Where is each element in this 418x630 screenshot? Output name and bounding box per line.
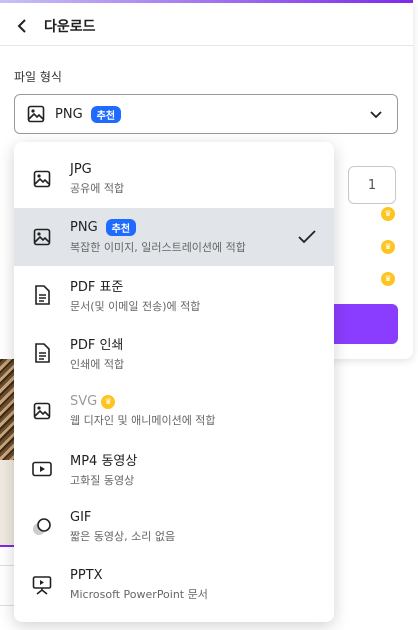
- checkmark-icon: [298, 230, 316, 244]
- option-desc: 공유에 적합: [70, 182, 125, 195]
- quantity-input[interactable]: 1: [348, 166, 396, 204]
- format-option-svg[interactable]: SVG ♛ 웹 디자인 및 애니메이션에 적합: [14, 382, 334, 440]
- option-name: PNG: [70, 220, 98, 235]
- option-name: PDF 인쇄: [70, 338, 124, 353]
- crown-icon: ♛: [381, 272, 395, 286]
- chevron-down-icon: [370, 111, 382, 119]
- option-name: JPG: [70, 162, 92, 177]
- format-dropdown-menu: JPG 공유에 적합 PNG 추천복잡한 이미지, 일러스트레이션에 적합 PDF …: [14, 142, 334, 622]
- format-option-pdf-print[interactable]: PDF 인쇄인쇄에 적합: [14, 324, 334, 382]
- panel-header: 다운로드: [0, 6, 413, 46]
- image-icon: [33, 228, 51, 246]
- format-option-pdf-standard[interactable]: PDF 표준문서(및 이메일 전송)에 적합: [14, 266, 334, 324]
- option-name: SVG: [70, 394, 98, 409]
- option-name: PDF 표준: [70, 280, 124, 295]
- crown-icon: ♛: [381, 207, 395, 221]
- recommended-badge: 추천: [105, 219, 137, 236]
- option-desc: 웹 디자인 및 애니메이션에 적합: [70, 414, 216, 427]
- panel-title: 다운로드: [44, 18, 96, 35]
- option-desc: Microsoft PowerPoint 문서: [70, 588, 208, 601]
- crown-icon: ♛: [101, 394, 116, 409]
- file-format-label: 파일 형식: [14, 70, 62, 84]
- option-name: PPTX: [70, 568, 103, 583]
- option-desc: 문서(및 이메일 전송)에 적합: [70, 300, 201, 313]
- recommended-badge: 추천: [90, 105, 122, 123]
- presentation-icon: [32, 576, 52, 595]
- format-option-gif[interactable]: GIF 짧은 동영상, 소리 없음: [14, 498, 334, 556]
- format-option-jpg[interactable]: JPG 공유에 적합: [14, 150, 334, 208]
- image-icon: [33, 170, 51, 188]
- crown-icon: ♛: [381, 240, 395, 254]
- option-name: MP4 동영상: [70, 454, 138, 469]
- panel-top-accent: [0, 0, 413, 3]
- format-option-mp4[interactable]: MP4 동영상고화질 동영상: [14, 440, 334, 498]
- selected-format: PNG: [55, 106, 83, 122]
- image-icon: [33, 402, 51, 420]
- gif-icon: [33, 518, 51, 535]
- canvas-divider: [0, 565, 14, 566]
- option-desc: 짧은 동영상, 소리 없음: [70, 530, 176, 543]
- option-desc: 고화질 동영상: [70, 474, 135, 487]
- format-option-pptx[interactable]: PPTX Microsoft PowerPoint 문서: [14, 556, 334, 614]
- canvas-background-light: [0, 460, 14, 545]
- option-desc: 인쇄에 적합: [70, 358, 125, 371]
- back-button[interactable]: [0, 6, 44, 46]
- file-format-select[interactable]: PNG 추천: [14, 94, 398, 134]
- canvas-divider: [0, 605, 14, 606]
- image-icon: [27, 105, 45, 123]
- option-desc: 복잡한 이미지, 일러스트레이션에 적합: [70, 241, 246, 254]
- video-icon: [32, 461, 52, 477]
- canvas-divider: [0, 545, 14, 547]
- format-option-png[interactable]: PNG 추천복잡한 이미지, 일러스트레이션에 적합: [14, 208, 334, 266]
- document-icon: [35, 285, 50, 305]
- chevron-left-icon: [17, 18, 26, 33]
- option-name: GIF: [70, 510, 92, 525]
- document-icon: [35, 343, 50, 363]
